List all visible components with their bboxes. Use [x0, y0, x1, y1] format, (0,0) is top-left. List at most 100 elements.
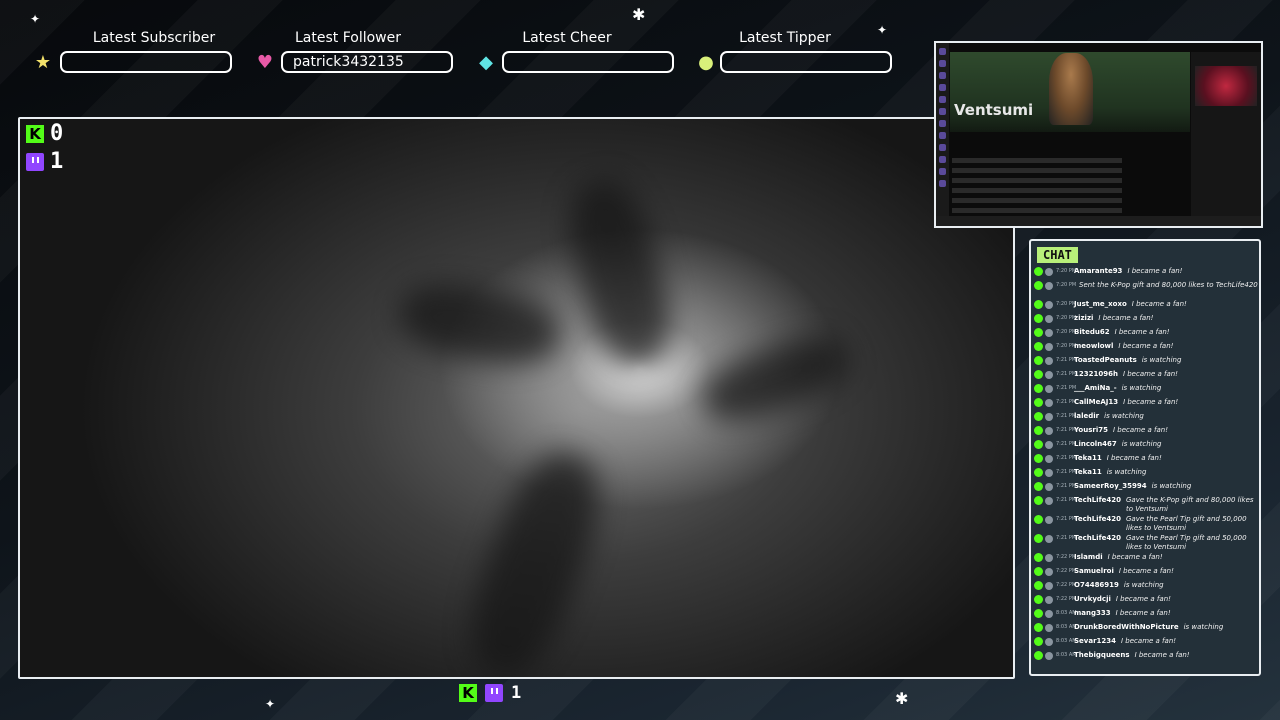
chat-message-user: TechLife420: [1074, 534, 1121, 542]
chat-message-time: 8:03 AM: [1056, 610, 1077, 616]
chat-message-text: is watching: [1121, 384, 1162, 392]
chat-message-time: 7:20 PM: [1056, 315, 1077, 321]
chat-message-text: I became a fan!: [1122, 370, 1178, 378]
avatar: [1045, 652, 1053, 660]
kick-icon: [1034, 314, 1043, 323]
heart-icon: ♥: [256, 51, 274, 73]
kick-icon: [1034, 567, 1043, 576]
chat-message-text: I became a fan!: [1112, 426, 1169, 434]
kick-icon: [1034, 534, 1043, 543]
chat-message-text: I became a fan!: [1118, 567, 1174, 575]
camera-feed: K 0 1: [18, 117, 1015, 679]
chat-message-text: I became a fan!: [1107, 553, 1163, 561]
chat-message-user: Teka11: [1074, 468, 1102, 476]
avatar: [1045, 497, 1053, 505]
chat-message-time: 7:20 PM: [1056, 329, 1077, 335]
chat-message: 7:21 PM ___AmiNa_- is watching: [1031, 384, 1259, 398]
chat-message-time: 7:21 PM: [1056, 385, 1077, 391]
kick-icon: [1034, 440, 1043, 449]
preview-right-panel: [1191, 52, 1261, 222]
chat-message-time: 7:21 PM: [1056, 455, 1077, 461]
star-icon: ★: [34, 51, 52, 73]
chat-message: 7:20 PM meowlowl I became a fan!: [1031, 342, 1259, 356]
chat-message-text: is watching: [1121, 440, 1162, 448]
chat-message: 7:21 PM CallMeAJ13 I became a fan!: [1031, 398, 1259, 412]
chat-message-time: 7:21 PM: [1056, 427, 1077, 433]
chat-message-user: laledir: [1074, 412, 1100, 420]
chat-message-user: DrunkBoredWithNoPicture: [1074, 623, 1179, 631]
latest-cheer-label: Latest Cheer: [522, 30, 612, 46]
avatar: [1045, 371, 1053, 379]
chat-message-time: 7:21 PM: [1056, 399, 1077, 405]
avatar: [1045, 535, 1053, 543]
chat-message-text: I became a fan!: [1115, 595, 1171, 603]
chat-message-user: Sevar1234: [1074, 637, 1117, 645]
chat-message-text: Gave the Pearl Tip gift and 50,000 likes…: [1126, 534, 1247, 551]
diamond-icon: ◆: [479, 51, 493, 73]
chat-message-time: 7:21 PM: [1056, 469, 1077, 475]
avatar: [1045, 469, 1053, 477]
chat-message: 7:21 PM 12321096h I became a fan!: [1031, 370, 1259, 384]
latest-subscriber-label: Latest Subscriber: [92, 30, 216, 46]
chat-message: 7:21 PM TechLife420 Gave the K-Pop gift an…: [1031, 496, 1259, 515]
avatar: [1045, 385, 1053, 393]
sparkle-icon: ✦: [265, 697, 276, 711]
kick-icon: [1034, 454, 1043, 463]
chat-message: 7:22 PM Samuelroi I became a fan!: [1031, 567, 1259, 581]
kick-icon: [1034, 342, 1043, 351]
avatar: [1045, 610, 1053, 618]
twitch-icon: [485, 684, 503, 702]
chat-message: 7:21 PM SameerRoy_35994 is watching: [1031, 482, 1259, 496]
kick-icon: [1034, 328, 1043, 337]
chat-message-text: I became a fan!: [1121, 637, 1177, 645]
kick-icon: [1034, 637, 1043, 646]
chat-message-time: 7:21 PM: [1056, 441, 1077, 447]
chat-message-user: O74486919: [1074, 581, 1119, 589]
chat-messages: 7:20 PM Amarante93 I became a fan! 7:20 PM S…: [1031, 267, 1259, 665]
avatar: [1045, 343, 1053, 351]
chat-title: CHAT: [1037, 247, 1078, 263]
kick-icon: [1034, 609, 1043, 618]
chat-message: 7:20 PM Sent the K-Pop gift and 80,000 li…: [1031, 281, 1259, 300]
kick-icon: [1034, 412, 1043, 421]
chat-message-text: is watching: [1106, 468, 1147, 476]
chat-message-time: 7:21 PM: [1056, 497, 1077, 503]
chat-message: 7:20 PM Amarante93 I became a fan!: [1031, 267, 1259, 281]
avatar: [1045, 483, 1053, 491]
kick-icon: [1034, 426, 1043, 435]
latest-tipper-label: Latest Tipper: [739, 30, 831, 46]
kick-icon: [1034, 468, 1043, 477]
sparkle-icon: ✦: [877, 23, 888, 37]
chat-message-time: 7:21 PM: [1056, 413, 1077, 419]
twitch-viewer-count: 1: [50, 149, 64, 174]
chat-message-user: Just_me_xoxo: [1074, 300, 1127, 308]
chat-message-time: 7:21 PM: [1056, 535, 1077, 541]
chat-message-user: zizizi: [1074, 314, 1094, 322]
chat-message: 8:03 AM Thebigqueens I became a fan!: [1031, 651, 1259, 665]
chat-message-text: is watching: [1123, 581, 1164, 589]
preview-channel-name: Ventsumi: [954, 101, 1034, 119]
avatar: [1045, 554, 1053, 562]
chat-message-text: I became a fan!: [1115, 609, 1171, 617]
kick-icon: [1034, 651, 1043, 660]
avatar: [1045, 315, 1053, 323]
sparkle-icon: ✱: [895, 689, 909, 708]
kick-icon: [1034, 267, 1043, 276]
avatar: [1045, 427, 1053, 435]
coin-icon: ●: [698, 51, 714, 73]
chat-message-user: Amarante93: [1074, 267, 1123, 275]
chat-message-time: 7:20 PM: [1056, 301, 1077, 307]
kick-icon: [1034, 370, 1043, 379]
kick-icon: [1034, 623, 1043, 632]
chat-message: 7:21 PM Lincoln467 is watching: [1031, 440, 1259, 454]
latest-tipper-value: [720, 51, 892, 73]
kick-icon: [1034, 581, 1043, 590]
latest-follower-label: Latest Follower: [295, 30, 401, 46]
chat-message-text: is watching: [1183, 623, 1224, 631]
chat-message-text: I became a fan!: [1123, 398, 1179, 406]
avatar: [1045, 301, 1053, 309]
sparkle-icon: ✱: [632, 5, 646, 24]
avatar: [1045, 624, 1053, 632]
chat-message-user: 12321096h: [1074, 370, 1118, 378]
kick-viewer-counter: K 0: [26, 121, 63, 146]
